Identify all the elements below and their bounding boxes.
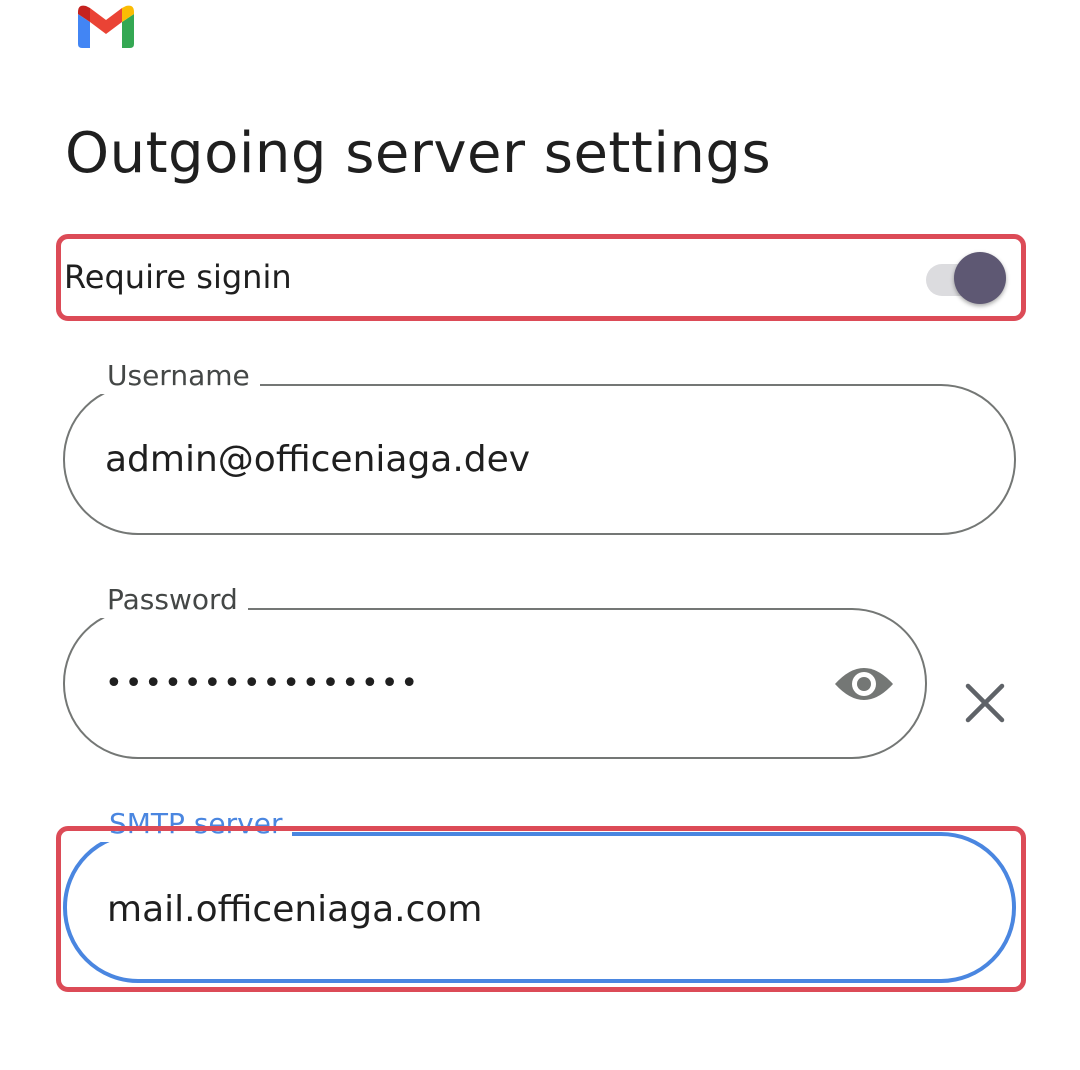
- username-label: Username: [99, 358, 260, 394]
- username-input[interactable]: admin@officeniaga.dev: [105, 430, 954, 490]
- page-title: Outgoing server settings: [65, 121, 772, 186]
- username-field[interactable]: Username admin@officeniaga.dev: [63, 358, 1016, 535]
- require-signin-toggle[interactable]: [924, 252, 1014, 304]
- password-input[interactable]: ••••••••••••••••: [105, 654, 865, 714]
- toggle-thumb: [954, 252, 1006, 304]
- smtp-server-field[interactable]: SMTP server mail.officeniaga.com: [63, 806, 1016, 983]
- password-label: Password: [99, 582, 248, 618]
- close-icon[interactable]: [962, 680, 1008, 726]
- gmail-logo-icon: [78, 5, 134, 48]
- require-signin-row[interactable]: Require signin: [58, 236, 1024, 318]
- password-field[interactable]: Password ••••••••••••••••: [63, 582, 927, 759]
- smtp-server-input[interactable]: mail.officeniaga.com: [107, 880, 952, 940]
- require-signin-label: Require signin: [64, 258, 292, 296]
- eye-icon[interactable]: [833, 656, 895, 712]
- smtp-server-label: SMTP server: [101, 806, 293, 842]
